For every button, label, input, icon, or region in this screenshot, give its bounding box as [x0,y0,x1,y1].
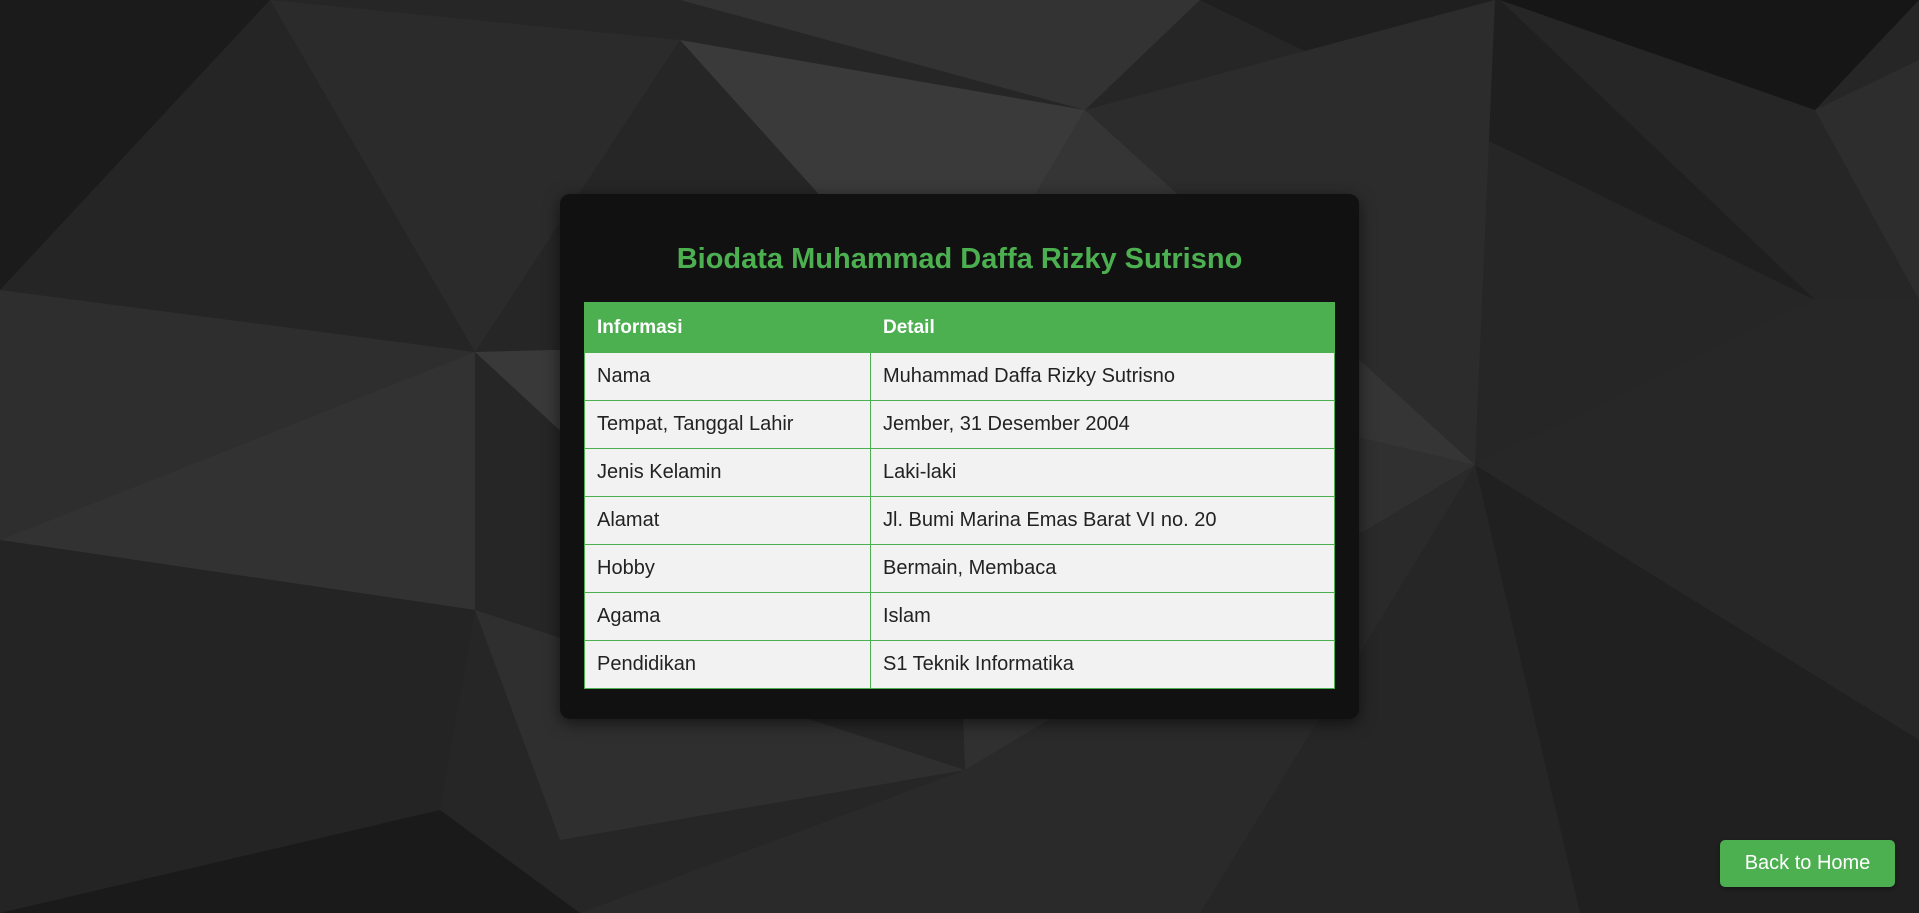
table-cell-label: Alamat [584,496,871,545]
table-cell-value: Jl. Bumi Marina Emas Barat VI no. 20 [870,496,1335,545]
table-cell-label: Agama [584,592,871,641]
table-header-row: Informasi Detail [584,302,1335,353]
table-row: Jenis Kelamin Laki-laki [584,448,1335,497]
biodata-table: Informasi Detail Nama Muhammad Daffa Riz… [584,302,1335,689]
table-cell-value: Jember, 31 Desember 2004 [870,400,1335,449]
table-cell-value: S1 Teknik Informatika [870,640,1335,689]
table-row: Hobby Bermain, Membaca [584,544,1335,593]
table-cell-label: Hobby [584,544,871,593]
table-cell-label: Nama [584,352,871,401]
table-cell-value: Bermain, Membaca [870,544,1335,593]
table-row: Pendidikan S1 Teknik Informatika [584,640,1335,689]
column-header-detail: Detail [870,302,1335,353]
table-row: Nama Muhammad Daffa Rizky Sutrisno [584,352,1335,401]
column-header-informasi: Informasi [584,302,871,353]
table-cell-label: Pendidikan [584,640,871,689]
table-row: Alamat Jl. Bumi Marina Emas Barat VI no.… [584,496,1335,545]
back-to-home-button[interactable]: Back to Home [1720,840,1895,887]
table-cell-label: Tempat, Tanggal Lahir [584,400,871,449]
table-cell-label: Jenis Kelamin [584,448,871,497]
biodata-card: Biodata Muhammad Daffa Rizky Sutrisno In… [560,194,1359,719]
table-cell-value: Laki-laki [870,448,1335,497]
table-row: Agama Islam [584,592,1335,641]
table-row: Tempat, Tanggal Lahir Jember, 31 Desembe… [584,400,1335,449]
table-cell-value: Islam [870,592,1335,641]
table-cell-value: Muhammad Daffa Rizky Sutrisno [870,352,1335,401]
page-title: Biodata Muhammad Daffa Rizky Sutrisno [676,243,1243,275]
